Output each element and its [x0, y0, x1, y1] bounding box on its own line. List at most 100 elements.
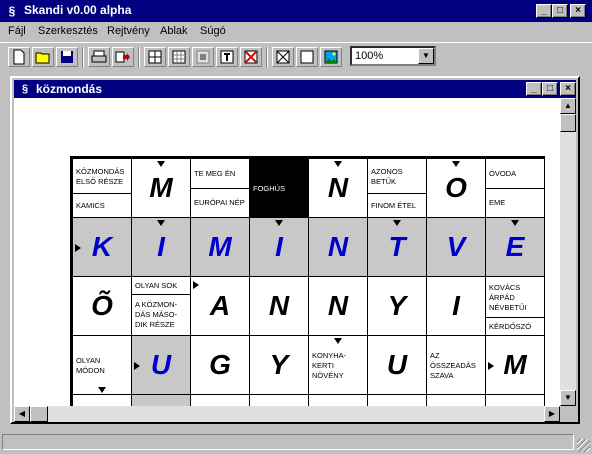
grid-layout-icon[interactable] [144, 47, 166, 67]
letter-cell[interactable]: O [427, 159, 486, 218]
document-title-bar[interactable]: § közmondás _ □ × [14, 80, 576, 98]
clue-cell[interactable]: Azonos betűk Finom étel [368, 159, 427, 218]
arrow-down-icon [157, 161, 165, 167]
menu-edit[interactable]: Szerkesztés [38, 25, 98, 37]
clue-cell[interactable]: Kovács Árpád névbetűi Kérdőszó [486, 277, 545, 336]
cross-box-icon[interactable] [272, 47, 294, 67]
scroll-down-icon[interactable]: ▼ [560, 390, 576, 406]
clue-cell[interactable]: Olyan sok A közmon-dás máso-dik része [132, 277, 191, 336]
toolbar [0, 42, 592, 70]
letter-cell[interactable]: U [368, 336, 427, 395]
letter-cell[interactable]: N [309, 159, 368, 218]
grid-fill-icon[interactable] [192, 47, 214, 67]
clue-cell[interactable]: Olyan módon [73, 336, 132, 395]
menu-window[interactable]: Ablak [160, 25, 188, 37]
clue-text: Te meg én [194, 168, 236, 178]
cell-letter: Y [387, 290, 407, 321]
letter-cell[interactable] [368, 395, 427, 406]
letter-cell[interactable]: M [191, 218, 250, 277]
letter-cell[interactable]: M [486, 336, 545, 395]
scroll-left-icon[interactable]: ◀ [14, 406, 30, 422]
letter-cell[interactable]: V [427, 218, 486, 277]
letter-cell[interactable]: U [132, 336, 191, 395]
arrow-right-icon [488, 362, 494, 370]
delete-icon[interactable] [240, 47, 262, 67]
app-logo-icon[interactable]: § [4, 3, 20, 19]
scrollbar-corner [560, 406, 576, 422]
clue-cell[interactable]: Te meg én Európai nép [191, 159, 250, 218]
status-pane [2, 434, 574, 450]
letter-cell[interactable] [309, 395, 368, 406]
arrow-down-icon [452, 161, 460, 167]
save-icon[interactable] [56, 47, 78, 67]
letter-cell[interactable] [191, 395, 250, 406]
letter-cell[interactable] [486, 395, 545, 406]
letter-cell[interactable]: I [427, 277, 486, 336]
grid-edit-icon[interactable] [168, 47, 190, 67]
toolbar-separator [82, 47, 84, 67]
letter-cell[interactable]: Y [250, 336, 309, 395]
maximize-icon[interactable]: □ [552, 4, 568, 18]
clue-text: Közmondás első része [76, 166, 125, 186]
vertical-scroll-thumb[interactable] [560, 114, 576, 132]
horizontal-scrollbar[interactable]: ◀ ▶ [14, 406, 560, 422]
clue-cell[interactable]: Közmondás első része Kamics [73, 159, 132, 218]
horizontal-scroll-thumb[interactable] [30, 406, 48, 422]
letter-cell[interactable] [132, 395, 191, 406]
vertical-scrollbar[interactable]: ▲ ▼ [560, 98, 576, 406]
scroll-right-icon[interactable]: ▶ [544, 406, 560, 422]
image-icon[interactable] [320, 47, 342, 67]
menu-file[interactable]: Fájl [8, 25, 26, 37]
resize-grip-icon[interactable] [577, 439, 590, 452]
chevron-down-icon[interactable]: ▼ [418, 48, 434, 64]
letter-cell[interactable]: N [250, 277, 309, 336]
menu-puzzle[interactable]: Rejtvény [107, 25, 150, 37]
letter-cell[interactable]: Õ [73, 277, 132, 336]
letter-cell[interactable] [73, 395, 132, 406]
close-icon[interactable]: × [560, 82, 576, 96]
clue-text: Azonos betűk [371, 166, 403, 186]
clue-text: Kovács Árpád névbetűi [489, 282, 527, 312]
cell-letter: V [446, 231, 466, 262]
menu-bar: Fájl Szerkesztés Rejtvény Ablak Súgó [0, 22, 592, 42]
letter-cell[interactable]: E [486, 218, 545, 277]
document-icon[interactable]: § [17, 81, 33, 97]
letter-cell[interactable]: K [73, 218, 132, 277]
close-icon[interactable]: × [570, 4, 586, 18]
letter-cell[interactable]: G [191, 336, 250, 395]
new-file-icon[interactable] [8, 47, 30, 67]
cell-letter: I [275, 231, 283, 262]
zoom-select[interactable]: 100% ▼ [350, 46, 436, 66]
app-title-bar[interactable]: § Skandi v0.00 alpha _ □ × [0, 0, 592, 22]
empty-box-icon[interactable] [296, 47, 318, 67]
clue-text: Eme [489, 198, 506, 208]
letter-cell[interactable]: N [309, 218, 368, 277]
cell-letter: K [91, 231, 113, 262]
letter-cell[interactable]: I [250, 218, 309, 277]
clue-cell[interactable]: Az összeadás szava [427, 336, 486, 395]
letter-cell[interactable]: A [191, 277, 250, 336]
menu-help[interactable]: Súgó [200, 25, 226, 37]
export-icon[interactable] [112, 47, 134, 67]
maximize-icon[interactable]: □ [542, 82, 558, 96]
puzzle-canvas[interactable]: Közmondás első része Kamics M Te meg én Euró… [14, 98, 560, 406]
letter-cell[interactable]: Y [368, 277, 427, 336]
text-tool-icon[interactable] [216, 47, 238, 67]
clue-cell[interactable]: Rovoky [250, 395, 309, 406]
letter-cell[interactable]: I [132, 218, 191, 277]
letter-cell[interactable] [427, 395, 486, 406]
clue-cell[interactable]: Foghús [250, 159, 309, 218]
letter-cell[interactable]: N [309, 277, 368, 336]
clue-cell[interactable]: Konyha-kerti növény [309, 336, 368, 395]
clue-text: Óvoda [489, 168, 517, 178]
open-folder-icon[interactable] [32, 47, 54, 67]
letter-cell[interactable]: T [368, 218, 427, 277]
minimize-icon[interactable]: _ [526, 82, 542, 96]
clue-text: Kérdőszó [489, 322, 532, 332]
arrow-down-icon [98, 387, 106, 393]
clue-cell[interactable]: Óvoda Eme [486, 159, 545, 218]
minimize-icon[interactable]: _ [536, 4, 552, 18]
letter-cell[interactable]: M [132, 159, 191, 218]
print-icon[interactable] [88, 47, 110, 67]
scroll-up-icon[interactable]: ▲ [560, 98, 576, 114]
